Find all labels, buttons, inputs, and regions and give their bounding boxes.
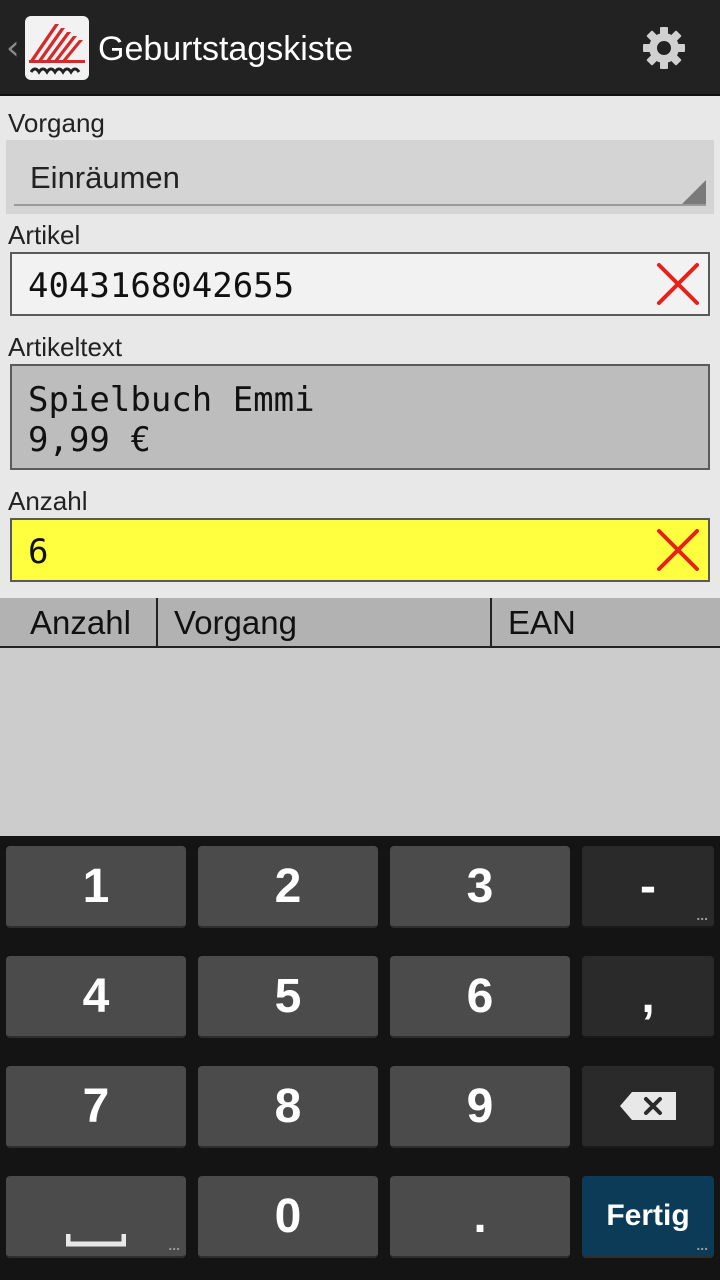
artikel-input[interactable]: 4043168042655 (10, 252, 710, 316)
table-header: Anzahl Vorgang EAN (0, 598, 720, 648)
key-1[interactable]: 1 (6, 846, 186, 928)
artikeltext-line2: 9,99 € (28, 420, 151, 460)
anzahl-label: Anzahl (8, 486, 88, 516)
numeric-keyboard: 1 2 3 - ... 4 5 6 , 7 8 9 ... 0 . Fertig… (0, 836, 720, 1280)
key-minus-label: - (640, 859, 656, 913)
artikel-value: 4043168042655 (28, 266, 295, 306)
column-header-ean[interactable]: EAN (508, 598, 576, 646)
column-header-vorgang[interactable]: Vorgang (174, 598, 297, 646)
clear-anzahl-icon[interactable] (652, 524, 704, 576)
artikel-label: Artikel (8, 220, 81, 250)
more-keys-dots: ... (696, 1237, 708, 1253)
backspace-icon (620, 1092, 676, 1120)
action-bar: ‹ Geburtstagskiste (0, 0, 720, 96)
key-6[interactable]: 6 (390, 956, 570, 1038)
vorgang-selected-value: Einräumen (30, 160, 180, 195)
settings-gear-icon[interactable] (632, 16, 696, 80)
spinner-underline (14, 204, 706, 206)
key-3[interactable]: 3 (390, 846, 570, 928)
done-key[interactable]: Fertig ... (582, 1176, 714, 1258)
dropdown-arrow-icon (682, 180, 706, 204)
anzahl-value: 6 (28, 532, 49, 572)
more-keys-dots: ... (168, 1237, 180, 1253)
key-period[interactable]: . (390, 1176, 570, 1258)
key-7[interactable]: 7 (6, 1066, 186, 1148)
anzahl-input[interactable]: 6 (10, 518, 710, 582)
key-0[interactable]: 0 (198, 1176, 378, 1258)
key-2[interactable]: 2 (198, 846, 378, 928)
artikeltext-display: Spielbuch Emmi 9,99 € (10, 364, 710, 470)
done-key-label: Fertig (606, 1199, 690, 1232)
up-caret-icon[interactable]: ‹ (6, 28, 20, 68)
column-separator (156, 598, 158, 646)
space-bar-icon (66, 1234, 126, 1247)
clear-artikel-icon[interactable] (652, 258, 704, 310)
key-8[interactable]: 8 (198, 1066, 378, 1148)
more-keys-dots: ... (696, 907, 708, 923)
column-separator (490, 598, 492, 646)
artikeltext-label: Artikeltext (8, 332, 123, 362)
key-5[interactable]: 5 (198, 956, 378, 1038)
artikeltext-line1: Spielbuch Emmi (28, 380, 315, 420)
key-comma[interactable]: , (582, 956, 714, 1038)
backspace-key[interactable] (582, 1066, 714, 1148)
vorgang-label: Vorgang (8, 108, 105, 138)
space-key[interactable]: ... (6, 1176, 186, 1258)
table-body[interactable] (0, 648, 720, 836)
key-9[interactable]: 9 (390, 1066, 570, 1148)
vorgang-spinner[interactable]: Einräumen (6, 140, 714, 214)
key-minus[interactable]: - ... (582, 846, 714, 928)
app-logo-icon[interactable] (25, 16, 89, 80)
app-title: Geburtstagskiste (98, 30, 354, 68)
key-4[interactable]: 4 (6, 956, 186, 1038)
column-header-anzahl[interactable]: Anzahl (30, 598, 131, 646)
